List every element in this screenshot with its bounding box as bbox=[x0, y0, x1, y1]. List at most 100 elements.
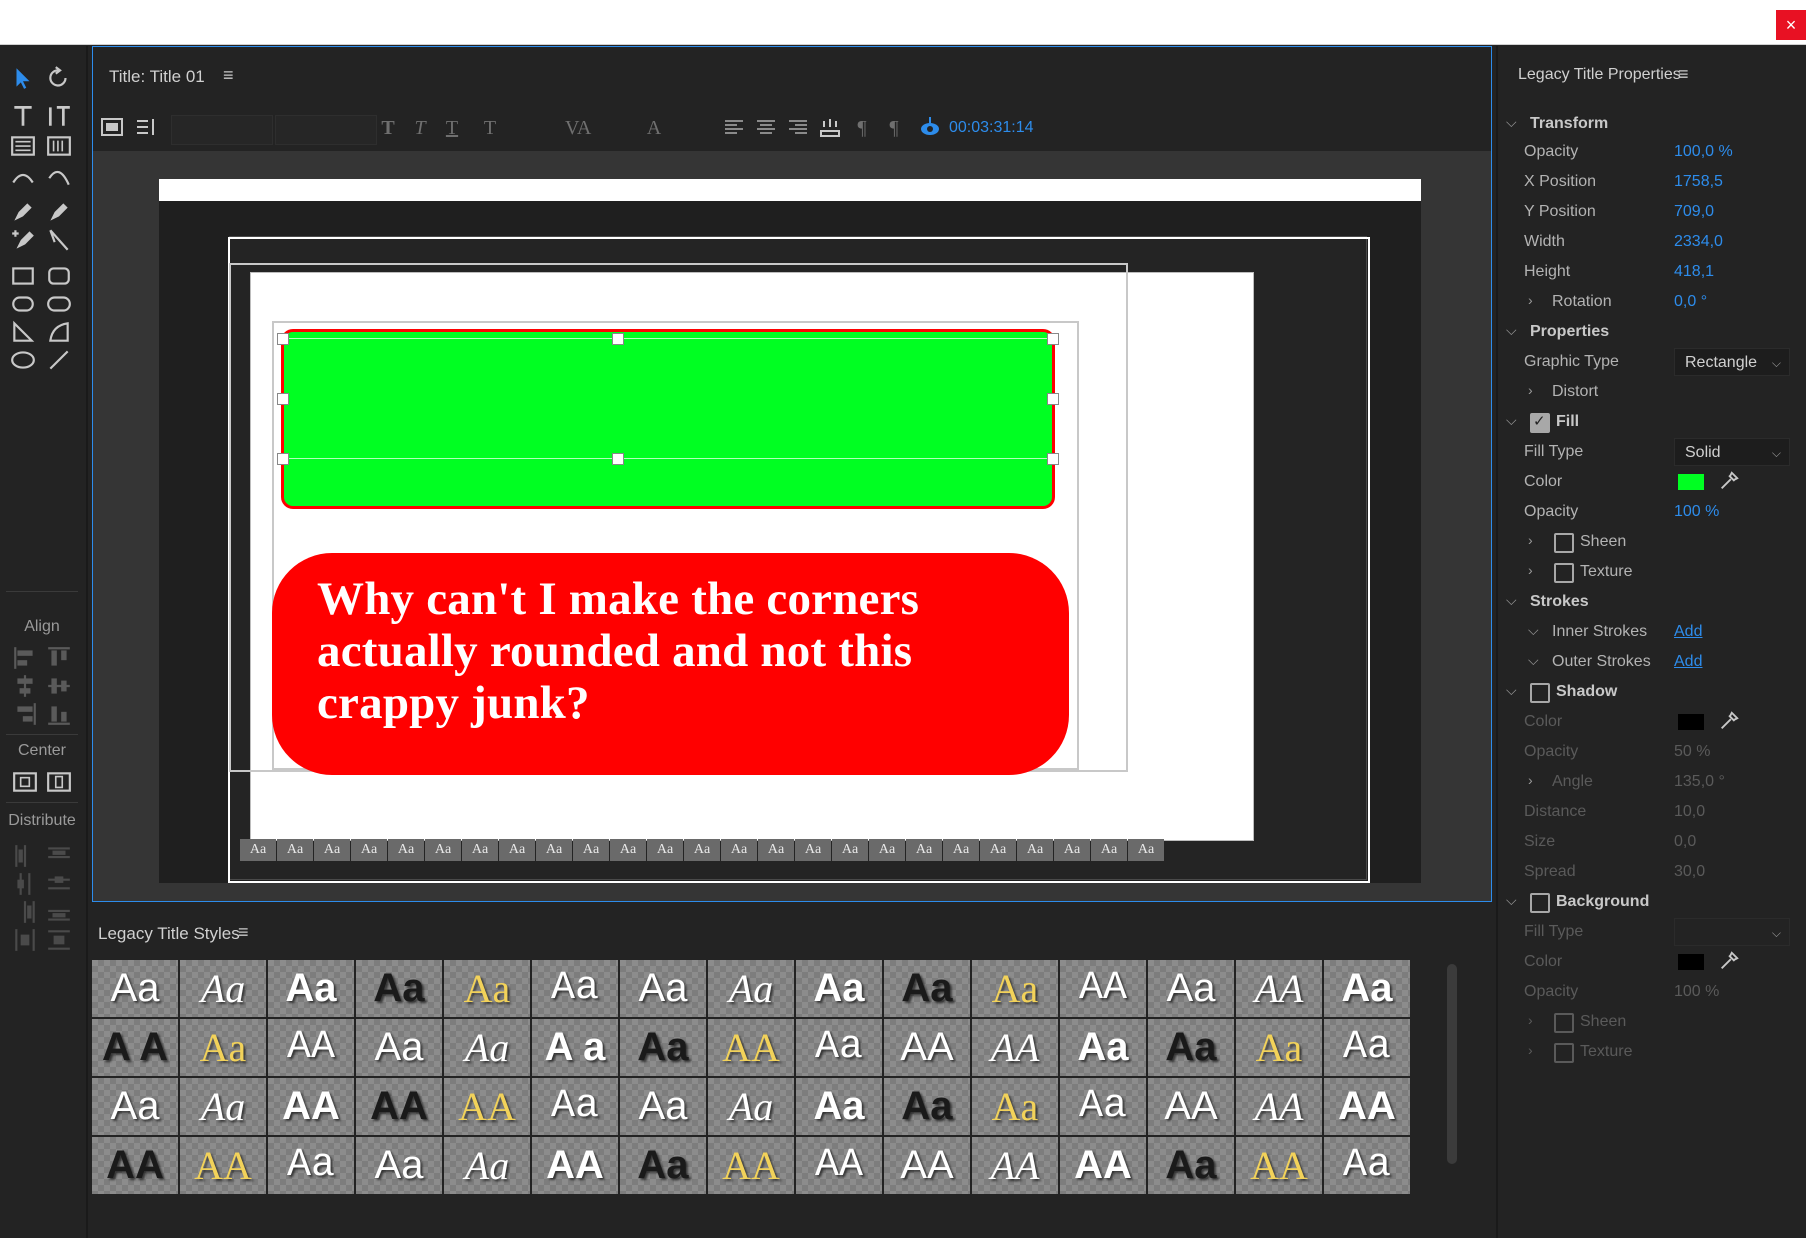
red-rounded-shape-object[interactable]: Why can't I make the corners actually ro… bbox=[272, 553, 1069, 775]
chevron-down-icon[interactable]: ⌵ bbox=[1506, 892, 1517, 909]
paragraph-right-icon[interactable]: ¶ bbox=[881, 115, 907, 141]
ellipse-tool-icon[interactable] bbox=[8, 346, 38, 374]
resize-handle[interactable] bbox=[1047, 393, 1059, 405]
style-swatch[interactable]: Aa bbox=[1324, 1137, 1410, 1194]
align-right-icon[interactable] bbox=[10, 700, 40, 728]
resize-handle[interactable] bbox=[1047, 453, 1059, 465]
style-swatch[interactable]: A A bbox=[92, 1019, 178, 1076]
resize-handle[interactable] bbox=[612, 453, 624, 465]
font-style-dropdown[interactable] bbox=[275, 115, 377, 145]
tab-stops-icon[interactable] bbox=[133, 115, 159, 141]
style-swatch[interactable]: Aa bbox=[796, 1078, 882, 1135]
style-swatch[interactable]: Aa bbox=[444, 1019, 530, 1076]
fill-opacity-value[interactable]: 100 % bbox=[1674, 503, 1719, 521]
style-swatch[interactable]: AA bbox=[268, 1078, 354, 1135]
pen-tool-icon[interactable] bbox=[8, 198, 38, 226]
distribute-top-icon[interactable] bbox=[44, 842, 74, 870]
style-swatch[interactable]: Aa bbox=[972, 1078, 1058, 1135]
eyedropper-icon[interactable] bbox=[1718, 950, 1740, 972]
resize-handle[interactable] bbox=[1047, 333, 1059, 345]
y-position-value[interactable]: 709,0 bbox=[1674, 203, 1714, 221]
close-button[interactable]: × bbox=[1776, 10, 1806, 40]
rounded-rectangle-tool-icon[interactable] bbox=[44, 290, 74, 318]
chevron-right-icon[interactable]: › bbox=[1528, 532, 1533, 548]
underline-icon[interactable]: T bbox=[439, 115, 465, 141]
rotation-row[interactable]: › Rotation 0,0 ° bbox=[1498, 288, 1806, 318]
vertical-type-tool-icon[interactable] bbox=[44, 102, 74, 130]
style-swatch[interactable]: AA bbox=[796, 1137, 882, 1194]
background-fill-type-dropdown[interactable]: ⌵ bbox=[1674, 918, 1790, 946]
style-swatch[interactable]: Aa bbox=[268, 960, 354, 1017]
leading-icon[interactable]: A bbox=[641, 115, 667, 141]
title-text-object[interactable]: Why can't I make the corners actually ro… bbox=[317, 573, 1047, 729]
bold-icon[interactable]: T bbox=[375, 115, 401, 141]
style-swatch[interactable]: AA bbox=[1060, 1137, 1146, 1194]
distribute-horizontal-space-icon[interactable] bbox=[10, 926, 40, 954]
background-opacity-value[interactable]: 100 % bbox=[1674, 983, 1719, 1001]
distribute-center-horizontal-icon[interactable] bbox=[10, 870, 40, 898]
style-swatch[interactable]: Aa bbox=[620, 1137, 706, 1194]
style-swatch[interactable]: AA bbox=[972, 1019, 1058, 1076]
playhead-sync-icon[interactable] bbox=[917, 115, 943, 141]
paragraph-left-icon[interactable]: ¶ bbox=[849, 115, 875, 141]
height-value[interactable]: 418,1 bbox=[1674, 263, 1714, 281]
chevron-down-icon[interactable]: ⌵ bbox=[1528, 652, 1539, 669]
arc-tool-icon[interactable] bbox=[44, 318, 74, 346]
tab-ruler-icon[interactable] bbox=[817, 115, 843, 141]
resize-handle[interactable] bbox=[277, 333, 289, 345]
selection-tool-icon[interactable] bbox=[8, 64, 38, 92]
style-swatch[interactable]: AA bbox=[884, 1019, 970, 1076]
vertical-area-type-tool-icon[interactable] bbox=[44, 132, 74, 160]
align-text-right-icon[interactable] bbox=[785, 115, 811, 141]
style-swatch[interactable]: AA bbox=[708, 1137, 794, 1194]
style-swatch[interactable]: Aa bbox=[532, 960, 618, 1017]
chevron-right-icon[interactable]: › bbox=[1528, 292, 1533, 308]
transform-section[interactable]: ⌵ Transform bbox=[1498, 110, 1806, 140]
style-swatch[interactable]: Aa bbox=[180, 960, 266, 1017]
distribute-left-icon[interactable] bbox=[10, 842, 40, 870]
distribute-vertical-space-icon[interactable] bbox=[44, 926, 74, 954]
style-swatch[interactable]: Aa bbox=[1060, 1078, 1146, 1135]
distribute-bottom-icon[interactable] bbox=[44, 898, 74, 926]
chevron-down-icon[interactable]: ⌵ bbox=[1506, 682, 1517, 699]
align-bottom-icon[interactable] bbox=[44, 700, 74, 728]
style-swatch[interactable]: Aa bbox=[1324, 960, 1410, 1017]
style-swatch[interactable]: AA bbox=[708, 1019, 794, 1076]
texture-row[interactable]: › Texture bbox=[1498, 558, 1806, 588]
style-swatch[interactable]: AA bbox=[532, 1137, 618, 1194]
shadow-opacity-value[interactable]: 50 % bbox=[1674, 743, 1710, 761]
style-swatch[interactable]: AA bbox=[1324, 1078, 1410, 1135]
timecode-display[interactable]: 00:03:31:14 bbox=[949, 119, 1034, 137]
center-horizontal-icon[interactable] bbox=[10, 768, 40, 796]
title-panel-name[interactable]: Title: Title 01 bbox=[109, 67, 205, 87]
style-swatch[interactable]: Aa bbox=[1148, 1137, 1234, 1194]
align-vertical-center-icon[interactable] bbox=[44, 672, 74, 700]
x-position-value[interactable]: 1758,5 bbox=[1674, 173, 1723, 191]
style-swatch[interactable]: Aa bbox=[92, 960, 178, 1017]
chevron-down-icon[interactable]: ⌵ bbox=[1506, 322, 1517, 339]
style-swatch[interactable]: AA bbox=[1236, 1078, 1322, 1135]
align-horizontal-center-icon[interactable] bbox=[10, 672, 40, 700]
styles-panel-title[interactable]: Legacy Title Styles bbox=[98, 924, 240, 944]
fill-color-swatch[interactable] bbox=[1678, 474, 1704, 490]
style-swatch[interactable]: AA bbox=[1236, 1137, 1322, 1194]
properties-panel-title[interactable]: Legacy Title Properties bbox=[1518, 66, 1681, 84]
convert-anchor-tool-icon[interactable] bbox=[44, 226, 74, 254]
shadow-angle-row[interactable]: › Angle 135,0 ° bbox=[1498, 768, 1806, 798]
shadow-spread-value[interactable]: 30,0 bbox=[1674, 863, 1705, 881]
shadow-section[interactable]: ⌵ Shadow bbox=[1498, 678, 1806, 708]
shadow-color-swatch[interactable] bbox=[1678, 714, 1704, 730]
style-swatch[interactable]: A a bbox=[532, 1019, 618, 1076]
style-swatch[interactable]: Aa bbox=[444, 1137, 530, 1194]
panel-menu-icon[interactable]: ≡ bbox=[1678, 64, 1689, 85]
distort-row[interactable]: › Distort bbox=[1498, 378, 1806, 408]
background-color-swatch[interactable] bbox=[1678, 954, 1704, 970]
style-swatch[interactable]: AA bbox=[1148, 1078, 1234, 1135]
style-swatch[interactable]: AA bbox=[92, 1137, 178, 1194]
transform-opacity-value[interactable]: 100,0 % bbox=[1674, 143, 1733, 161]
style-swatch[interactable]: Aa bbox=[356, 1137, 442, 1194]
style-swatch[interactable]: AA bbox=[444, 1078, 530, 1135]
shadow-checkbox[interactable] bbox=[1530, 683, 1550, 703]
style-swatch[interactable]: AA bbox=[972, 1137, 1058, 1194]
align-text-center-icon[interactable] bbox=[753, 115, 779, 141]
